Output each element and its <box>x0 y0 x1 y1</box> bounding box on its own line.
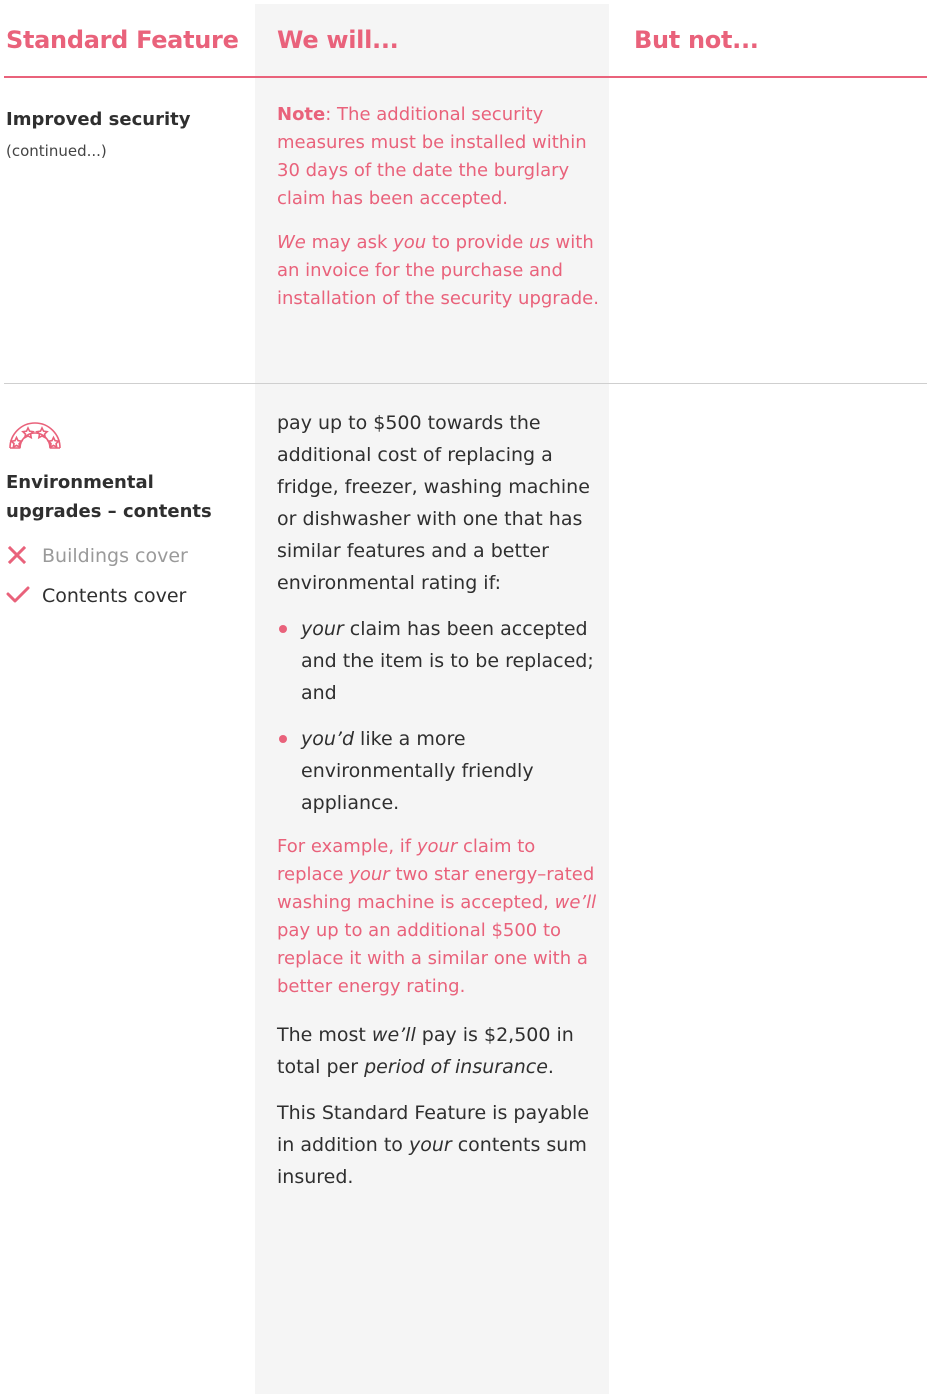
defined-term: your <box>416 836 458 857</box>
row-divider <box>4 383 927 384</box>
header-divider <box>4 76 927 78</box>
text-run: The most <box>277 1024 372 1046</box>
bullet-dot <box>279 735 287 743</box>
list-item: your claim has been accepted and the ite… <box>277 613 599 709</box>
continued-label: (continued...) <box>6 142 107 160</box>
note-paragraph: Note: The additional security measures m… <box>277 101 599 213</box>
defined-term: us <box>529 232 550 253</box>
defined-term: you’d <box>301 728 355 750</box>
maximum-paragraph: The most we’ll pay is $2,500 in total pe… <box>277 1019 599 1083</box>
list-item: you’d like a more environmentally friend… <box>277 723 599 819</box>
example-paragraph: For example, if your claim to replace yo… <box>277 833 599 1001</box>
defined-term: your <box>349 864 390 885</box>
conditions-list: your claim has been accepted and the ite… <box>277 613 599 819</box>
defined-term: your <box>408 1134 452 1156</box>
header-standard-feature: Standard Feature <box>6 26 239 54</box>
policy-table-page: Standard Feature We will... But not... I… <box>0 0 927 1394</box>
text-run: to provide <box>426 232 530 253</box>
payable-paragraph: This Standard Feature is payable in addi… <box>277 1097 599 1193</box>
feature-title: Improved security <box>6 109 191 130</box>
defined-term: your <box>301 618 344 640</box>
cover-list: Buildings cover Contents cover <box>6 536 236 616</box>
defined-term: We <box>277 232 306 253</box>
feature-improved-security: Improved security (continued...) <box>6 106 236 162</box>
cross-icon <box>7 545 27 565</box>
check-icon <box>6 586 30 603</box>
defined-term: you <box>393 232 427 253</box>
feature-environmental-upgrades: Environmental upgrades – contents Buildi… <box>6 404 236 616</box>
contents-cover-line: Contents cover <box>6 576 236 616</box>
intro-paragraph: pay up to $500 towards the additional co… <box>277 412 590 594</box>
defined-term: period of insurance <box>364 1056 548 1078</box>
cover-label: Buildings cover <box>42 545 188 567</box>
defined-term: we’ll <box>554 892 597 913</box>
invoice-paragraph: We may ask you to provide us with an inv… <box>277 229 599 313</box>
text-run: For example, if <box>277 836 417 857</box>
header-but-not: But not... <box>634 26 759 54</box>
text-run: may ask <box>305 232 394 253</box>
note-label: Note <box>277 104 326 125</box>
header-we-will: We will... <box>277 26 399 54</box>
text-run: claim has been accepted and the item is … <box>301 618 594 704</box>
feature-title: Environmental upgrades – contents <box>6 472 212 522</box>
cover-label: Contents cover <box>42 585 187 607</box>
stars-rainbow-icon <box>9 422 61 449</box>
defined-term: we’ll <box>371 1024 416 1046</box>
bullet-dot <box>279 625 287 633</box>
environmental-upgrades-details: pay up to $500 towards the additional co… <box>277 407 599 1207</box>
improved-security-details: Note: The additional security measures m… <box>277 101 599 329</box>
buildings-cover-line: Buildings cover <box>6 536 236 576</box>
text-run: pay up to an additional $500 to replace … <box>277 920 588 997</box>
text-run: . <box>547 1056 554 1078</box>
